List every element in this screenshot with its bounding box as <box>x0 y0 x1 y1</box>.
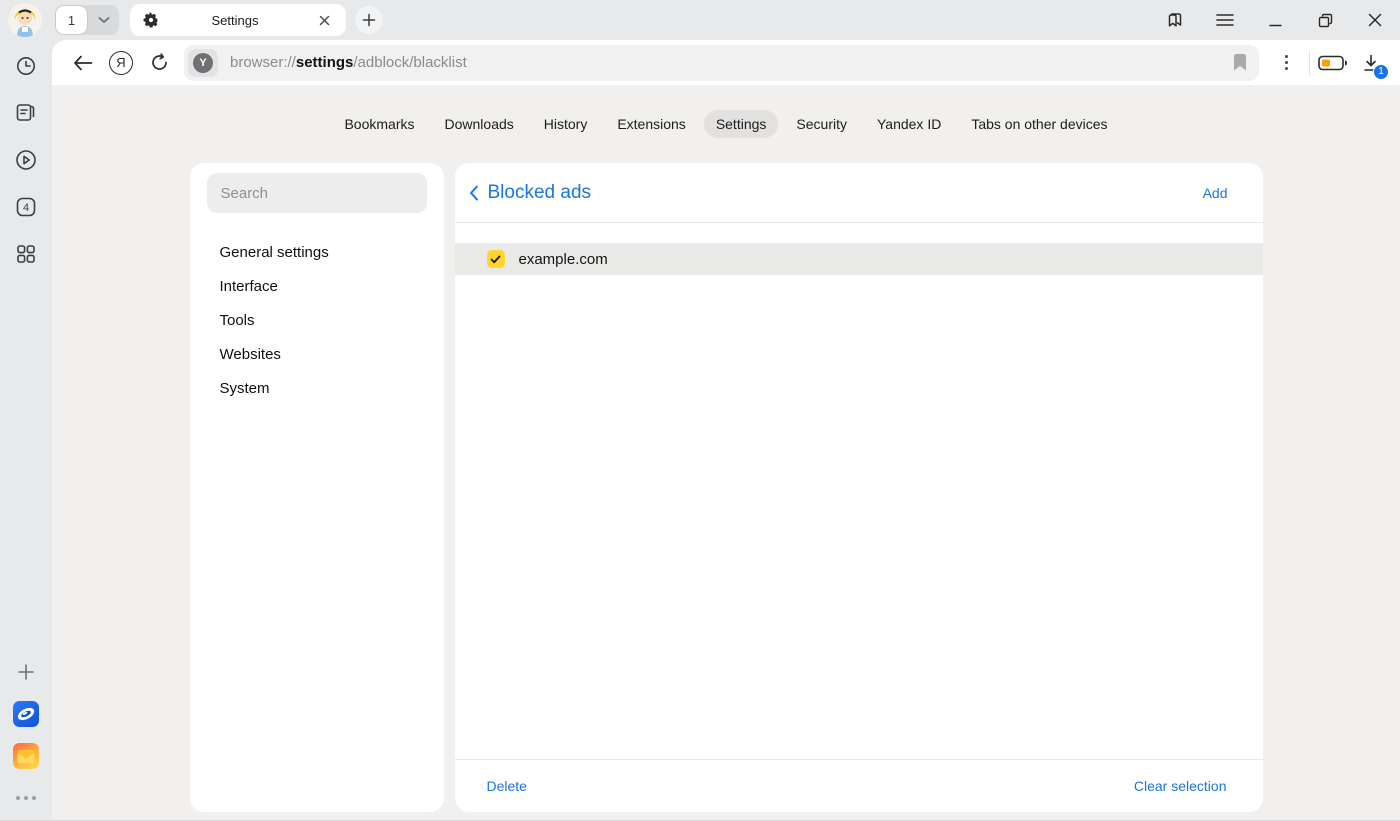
settings-menu: General settings Interface Tools Website… <box>207 236 427 406</box>
restore-button[interactable] <box>1314 9 1336 31</box>
url-scheme: browser:// <box>230 54 296 71</box>
new-tab-button[interactable] <box>355 6 383 34</box>
window-controls <box>1164 9 1386 31</box>
add-button[interactable]: Add <box>1203 185 1228 201</box>
tab-close-icon[interactable] <box>311 7 337 33</box>
tab-box-count: 4 <box>23 202 29 214</box>
nav-tab-history[interactable]: History <box>532 110 600 138</box>
list-top-spacer <box>455 223 1263 243</box>
settings-gear-icon <box>143 12 159 28</box>
blocked-domain: example.com <box>519 251 608 268</box>
bookmark-flag-icon[interactable] <box>1233 54 1247 71</box>
close-window-button[interactable] <box>1364 9 1386 31</box>
menu-item-system[interactable]: System <box>207 372 427 406</box>
tab-count[interactable]: 1 <box>55 5 88 35</box>
yandex-home-button[interactable]: Я <box>102 45 140 81</box>
address-bar[interactable]: Y browser://settings/adblock/blacklist <box>184 45 1259 81</box>
settings-top-nav: Bookmarks Downloads History Extensions S… <box>52 85 1400 163</box>
settings-search-input[interactable] <box>207 173 427 213</box>
reload-button[interactable] <box>140 45 178 81</box>
url-path: /adblock/blacklist <box>353 54 466 71</box>
nav-tab-settings[interactable]: Settings <box>704 110 779 138</box>
blocked-ads-header: Blocked ads Add <box>455 163 1263 223</box>
checkmark-icon <box>490 255 501 264</box>
toolbar-separator <box>1309 51 1310 75</box>
row-checkbox-checked[interactable] <box>487 250 505 268</box>
clear-selection-button[interactable]: Clear selection <box>1134 778 1227 794</box>
toolbar-kebab-menu[interactable] <box>1267 45 1305 81</box>
active-tab[interactable]: Settings <box>130 4 346 36</box>
settings-page: Bookmarks Downloads History Extensions S… <box>52 85 1400 820</box>
settings-sidebar-card: General settings Interface Tools Website… <box>190 163 444 812</box>
profile-avatar[interactable] <box>8 3 42 37</box>
media-play-icon[interactable] <box>13 147 39 173</box>
rail-more-icon[interactable] <box>13 785 39 811</box>
menu-item-tools[interactable]: Tools <box>207 304 427 338</box>
page-title[interactable]: Blocked ads <box>488 182 592 204</box>
battery-icon <box>1318 55 1348 71</box>
delete-button[interactable]: Delete <box>487 778 527 794</box>
battery-saver-button[interactable] <box>1314 45 1352 81</box>
back-button[interactable] <box>64 45 102 81</box>
back-chevron-icon[interactable] <box>469 185 479 201</box>
history-clock-icon[interactable] <box>13 53 39 79</box>
tab-strip: 1 Settings <box>0 0 1400 40</box>
site-security-badge[interactable]: Y <box>188 49 218 77</box>
download-count-badge: 1 <box>1373 64 1389 80</box>
side-panel-icon[interactable] <box>1164 9 1186 31</box>
blacklist-footer: Delete Clear selection <box>455 759 1263 812</box>
back-arrow-icon <box>73 55 93 71</box>
apps-grid-icon[interactable] <box>13 241 39 267</box>
nav-tab-downloads[interactable]: Downloads <box>433 110 526 138</box>
yandex-letter: Я <box>109 51 133 75</box>
chevron-down-icon[interactable] <box>88 5 119 35</box>
site-badge-letter: Y <box>193 53 213 73</box>
side-rail: 4 <box>0 40 52 820</box>
menu-item-interface[interactable]: Interface <box>207 270 427 304</box>
avatar-illustration <box>8 3 42 37</box>
add-shortcut-icon[interactable] <box>13 659 39 685</box>
url-text[interactable]: browser://settings/adblock/blacklist <box>230 54 467 71</box>
nav-tab-security[interactable]: Security <box>784 110 859 138</box>
list-empty-area <box>455 275 1263 759</box>
nav-tab-yandex-id[interactable]: Yandex ID <box>865 110 953 138</box>
menu-hamburger-icon[interactable] <box>1214 9 1236 31</box>
navigation-toolbar: Я Y browser://settings/adblock/blacklist <box>52 40 1400 85</box>
browser-window: 1 Settings <box>0 0 1400 821</box>
blacklist-row[interactable]: example.com <box>455 243 1263 275</box>
yandex-browser-app-icon[interactable] <box>13 701 39 727</box>
tab-title: Settings <box>159 13 311 28</box>
blocked-ads-panel: Blocked ads Add example.com D <box>455 163 1263 812</box>
menu-item-general-settings[interactable]: General settings <box>207 236 427 270</box>
reload-icon <box>150 53 169 72</box>
url-host: settings <box>296 54 354 71</box>
minimize-button[interactable] <box>1264 9 1286 31</box>
nav-tab-bookmarks[interactable]: Bookmarks <box>332 110 426 138</box>
menu-item-websites[interactable]: Websites <box>207 338 427 372</box>
feed-notes-icon[interactable] <box>13 100 39 126</box>
tab-counter-control[interactable]: 1 <box>55 5 119 35</box>
downloads-button[interactable]: 1 <box>1352 45 1390 81</box>
yandex-mail-app-icon[interactable] <box>13 743 39 769</box>
tabs-panel-icon[interactable]: 4 <box>13 194 39 220</box>
kebab-icon <box>1285 55 1288 70</box>
nav-tab-other-devices[interactable]: Tabs on other devices <box>959 110 1119 138</box>
plus-icon <box>362 13 376 27</box>
nav-tab-extensions[interactable]: Extensions <box>605 110 697 138</box>
